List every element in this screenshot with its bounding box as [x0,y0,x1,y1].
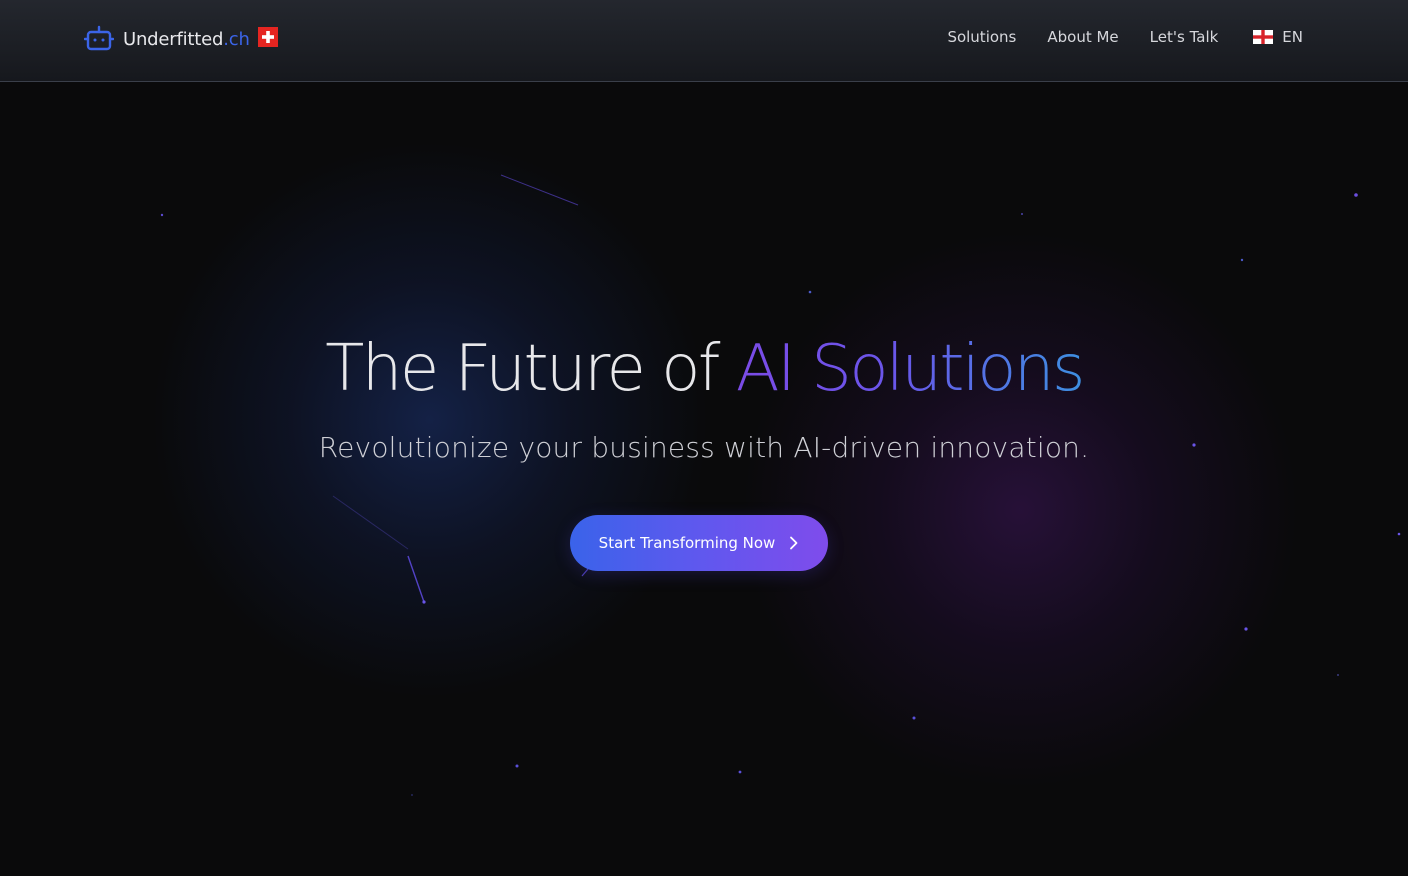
language-selector[interactable]: EN [1253,28,1303,46]
nav-link-solutions[interactable]: Solutions [947,28,1016,46]
language-label: EN [1282,28,1303,46]
nav-link-lets-talk[interactable]: Let's Talk [1150,28,1219,46]
logo-tld: .ch [223,28,250,50]
swiss-flag-icon [257,27,278,47]
chevron-right-icon [790,536,798,550]
hero-title: The Future of AI Solutions [0,332,1408,406]
top-navigation-bar: Underfitted .ch Solutions About Me Let's … [0,0,1408,82]
hero-subtitle: Revolutionize your business with AI-driv… [318,431,1090,464]
start-transforming-button[interactable]: Start Transforming Now [570,515,828,571]
nav-link-about-me[interactable]: About Me [1047,28,1118,46]
robot-icon [84,25,114,51]
hero-title-accent: AI Solutions [735,332,1086,406]
site-logo[interactable]: Underfitted .ch [84,22,278,56]
main-nav: Solutions About Me Let's Talk EN [916,28,1303,46]
england-flag-icon [1253,30,1274,44]
cta-label: Start Transforming Now [598,534,776,552]
page: Underfitted .ch Solutions About Me Let's … [0,0,1408,876]
logo-name: Underfitted [123,28,224,50]
hero-title-prefix: The Future of [325,332,720,406]
